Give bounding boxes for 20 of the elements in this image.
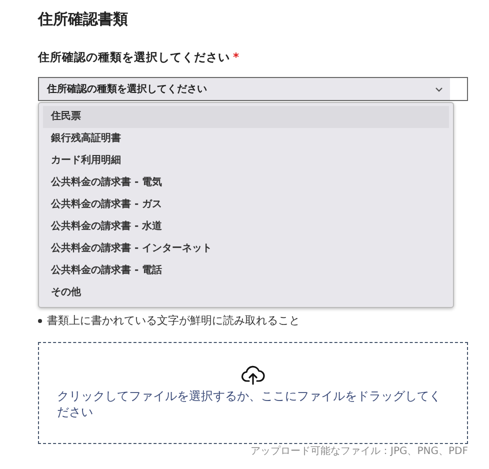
file-types-note: アップロード可能なファイル：JPG、PNG、PDF bbox=[250, 446, 468, 458]
requirement-item: 書類上に書かれている文字が鮮明に読み取れること bbox=[47, 313, 300, 328]
bullet-icon bbox=[38, 318, 42, 322]
dropdown-option[interactable]: 銀行残高証明書 bbox=[43, 128, 449, 150]
upload-prompt: クリックしてファイルを選択するか、ここにファイルをドラッグしてください bbox=[56, 389, 442, 421]
type-select[interactable]: 住所確認の種類を選択してください bbox=[38, 77, 468, 101]
dropdown-option[interactable]: 住民票 bbox=[43, 106, 449, 128]
dropdown-option[interactable]: 公共料金の請求書 - 電話 bbox=[43, 260, 449, 282]
dropdown-option[interactable]: カード利用明細 bbox=[43, 150, 449, 172]
required-mark: * bbox=[233, 50, 240, 64]
chevron-icon bbox=[435, 86, 443, 92]
dropdown-option[interactable]: 公共料金の請求書 - ガス bbox=[43, 194, 449, 216]
dropdown-option[interactable]: 公共料金の請求書 - インターネット bbox=[43, 238, 449, 260]
upload-dropzone[interactable]: クリックしてファイルを選択するか、ここにファイルをドラッグしてください bbox=[38, 342, 468, 444]
cloud-upload-icon bbox=[241, 365, 265, 386]
dropdown-option[interactable]: 公共料金の請求書 - 水道 bbox=[43, 216, 449, 238]
field-label: 住所確認の種類を選択してください bbox=[38, 50, 230, 64]
section-title: 住所確認書類 bbox=[38, 10, 129, 30]
dropdown-option[interactable]: 公共料金の請求書 - 電気 bbox=[43, 172, 449, 194]
dropdown-option[interactable]: その他 bbox=[43, 282, 449, 304]
